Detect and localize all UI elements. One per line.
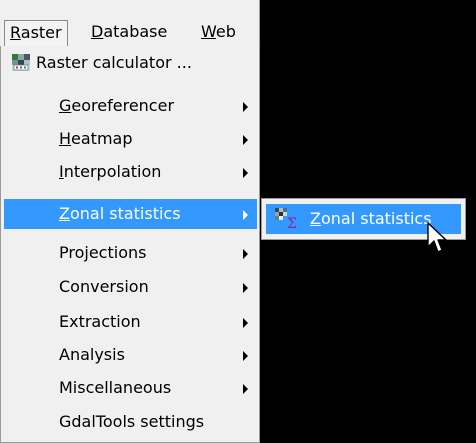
menu-raster[interactable]: Raster: [4, 20, 68, 46]
mouse-pointer-icon: [427, 222, 447, 253]
menu-item-georeferencer-label: Georeferencer: [59, 91, 174, 121]
raster-calculator-icon: [12, 54, 30, 71]
svg-text:Σ: Σ: [287, 216, 297, 229]
menu-database-rest: atabase: [103, 22, 168, 41]
menu-item-miscellaneous-label: Miscellaneous: [59, 378, 172, 397]
menu-raster-accel: R: [10, 23, 21, 42]
submenu-item-zonal-statistics-rest: onal statistics: [320, 209, 432, 228]
menu-item-zonal-statistics[interactable]: Zonal statistics: [4, 199, 257, 229]
menu-web-rest: eb: [215, 22, 236, 41]
menu-database-accel: D: [91, 22, 104, 41]
menu-item-conversion-label: Conversion: [59, 277, 149, 296]
chevron-right-icon: [243, 135, 248, 145]
zonal-statistics-icon: Σ: [275, 208, 297, 229]
submenu-item-zonal-statistics-accel: Z: [310, 209, 321, 228]
menu-item-zonal-statistics-rest: onal statistics: [69, 204, 181, 223]
menu-item-heatmap-rest: eatmap: [71, 129, 133, 148]
menu-item-heatmap-label: Heatmap: [59, 124, 133, 154]
chevron-right-icon: [243, 249, 248, 259]
chevron-right-icon: [243, 351, 248, 361]
menu-item-gdaltools-settings-label: GdalTools settings: [59, 412, 205, 431]
chevron-right-icon: [243, 283, 248, 293]
menu-raster-rest: aster: [20, 23, 62, 42]
chevron-right-icon: [243, 168, 248, 178]
menu-item-raster-calculator-label: Raster calculator ...: [36, 53, 192, 72]
menu-item-zonal-statistics-label: Zonal statistics: [59, 199, 181, 229]
menu-item-zonal-statistics-accel: Z: [59, 204, 70, 223]
menu-database[interactable]: Database: [86, 20, 172, 46]
submenu-item-zonal-statistics-label: Zonal statistics: [310, 204, 432, 234]
chevron-right-icon: [243, 318, 248, 328]
menu-item-heatmap[interactable]: Heatmap: [4, 124, 256, 154]
raster-dropdown-menu: Raster calculator ... Georeferencer Heat…: [0, 46, 260, 443]
menu-item-projections-label: Projections: [59, 243, 147, 262]
menu-item-georeferencer-accel: G: [59, 96, 72, 115]
menu-item-heatmap-accel: H: [59, 129, 72, 148]
menu-item-gdaltools-settings[interactable]: GdalTools settings: [4, 407, 256, 437]
menu-item-miscellaneous[interactable]: Miscellaneous: [4, 373, 256, 403]
menu-item-analysis[interactable]: Analysis: [4, 340, 256, 370]
menu-item-interpolation[interactable]: Interpolation: [4, 157, 256, 187]
chevron-right-icon: [243, 210, 248, 220]
menu-web[interactable]: Web: [196, 20, 241, 46]
menu-item-analysis-label: Analysis: [59, 345, 125, 364]
chevron-right-icon: [243, 102, 248, 112]
menu-item-raster-calculator[interactable]: Raster calculator ...: [4, 48, 256, 78]
menu-item-georeferencer[interactable]: Georeferencer: [4, 91, 256, 121]
menu-web-accel: W: [201, 22, 216, 41]
menu-item-georeferencer-rest: eoreferencer: [71, 96, 175, 115]
menu-item-interpolation-label: Interpolation: [59, 157, 161, 187]
menu-item-interpolation-rest: nterpolation: [63, 162, 162, 181]
menu-item-extraction-label: Extraction: [59, 312, 141, 331]
menu-item-projections[interactable]: Projections: [4, 238, 256, 268]
chevron-right-icon: [243, 384, 248, 394]
menu-bar: Raster Database Web: [0, 0, 260, 47]
menu-item-conversion[interactable]: Conversion: [4, 272, 256, 302]
menu-item-extraction[interactable]: Extraction: [4, 307, 256, 337]
